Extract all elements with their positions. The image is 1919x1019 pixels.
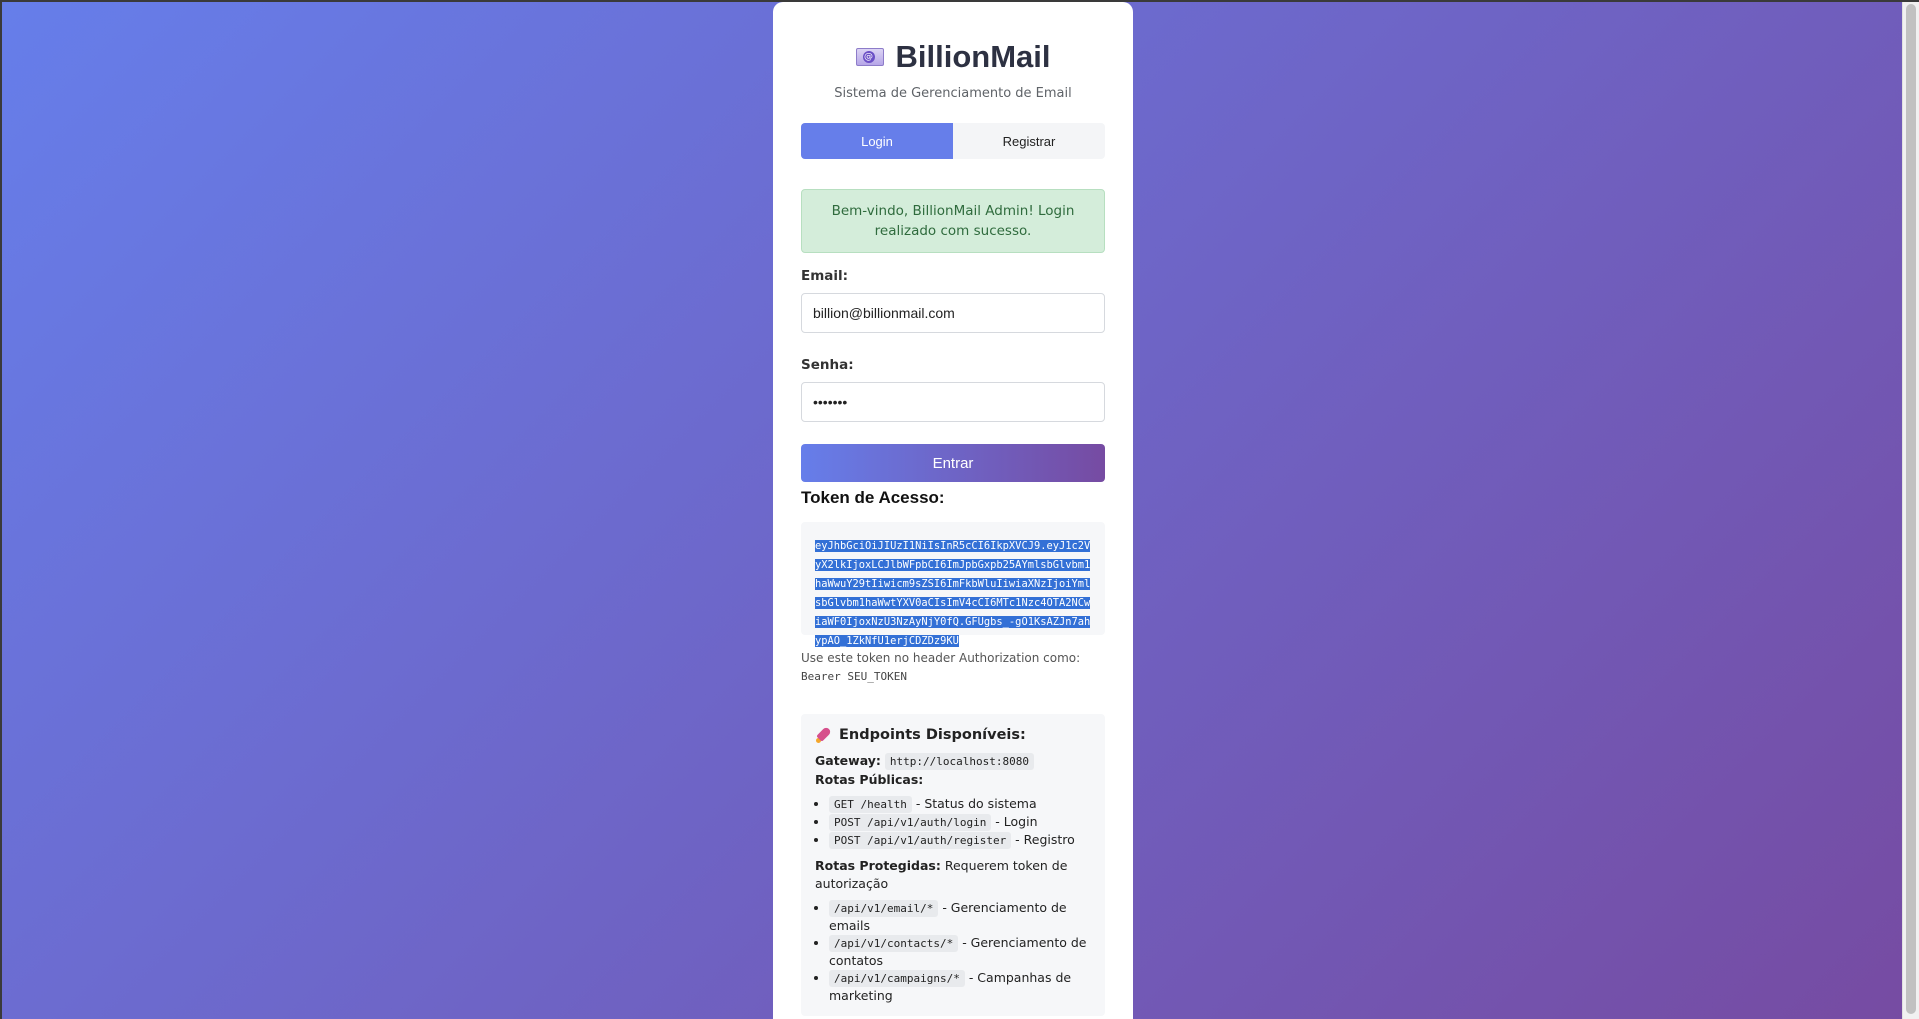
login-button[interactable]: Entrar	[801, 444, 1105, 482]
app-subtitle: Sistema de Gerenciamento de Email	[834, 86, 1072, 101]
route-path: /api/v1/campaigns/*	[829, 970, 965, 987]
brand: @ BillionMail	[801, 34, 1105, 80]
list-item: /api/v1/campaigns/* - Campanhas de marke…	[829, 969, 1091, 1004]
list-item: POST /api/v1/auth/login - Login	[829, 813, 1091, 831]
list-item: /api/v1/email/* - Gerenciamento de email…	[829, 899, 1091, 934]
gateway-label: Gateway:	[815, 753, 881, 768]
route-desc: - Login	[991, 814, 1038, 829]
auth-tabs: Login Registrar	[801, 123, 1105, 159]
app-title: BillionMail	[895, 39, 1051, 74]
token-box[interactable]: eyJhbGciOiJIUzI1NiIsInR5cCI6IkpXVCJ9.eyJ…	[801, 522, 1105, 647]
list-item: GET /health - Status do sistema	[829, 795, 1091, 813]
token-value[interactable]: eyJhbGciOiJIUzI1NiIsInR5cCI6IkpXVCJ9.eyJ…	[815, 540, 1091, 647]
envelope-icon: @	[855, 46, 884, 68]
auth-card: @ BillionMail Sistema de Gerenciamento d…	[773, 2, 1133, 1019]
endpoints-title: Endpoints Disponíveis:	[815, 726, 1091, 744]
email-field[interactable]	[801, 293, 1105, 333]
public-routes-label: Rotas Públicas:	[815, 772, 924, 787]
password-field[interactable]	[801, 382, 1105, 422]
route-path: /api/v1/contacts/*	[829, 935, 959, 952]
route-path: POST /api/v1/auth/register	[829, 832, 1012, 849]
scrollbar-thumb[interactable]	[1906, 4, 1916, 1014]
route-path: POST /api/v1/auth/login	[829, 814, 992, 831]
protected-routes-label: Rotas Protegidas:	[815, 858, 941, 873]
token-hint: Use este token no header Authorization c…	[801, 649, 1105, 686]
email-label: Email:	[801, 268, 849, 284]
tab-login[interactable]: Login	[801, 123, 953, 159]
rocket-icon	[815, 726, 833, 744]
tab-register[interactable]: Registrar	[953, 123, 1105, 159]
success-alert: Bem-vindo, BillionMail Admin! Login real…	[801, 189, 1105, 253]
gateway-row: Gateway: http://localhost:8080 Rotas Púb…	[815, 752, 1091, 789]
password-label: Senha:	[801, 357, 854, 373]
route-path: GET /health	[829, 796, 912, 813]
token-title: Token de Acesso:	[801, 488, 945, 507]
route-desc: - Status do sistema	[911, 796, 1037, 811]
route-desc: - Registro	[1011, 832, 1075, 847]
public-routes-list: GET /health - Status do sistema POST /ap…	[815, 795, 1091, 849]
vertical-scrollbar[interactable]	[1902, 0, 1919, 1019]
protected-routes-list: /api/v1/email/* - Gerenciamento de email…	[815, 899, 1091, 1004]
gateway-value: http://localhost:8080	[884, 753, 1034, 770]
route-path: /api/v1/email/*	[829, 900, 939, 917]
token-hint-text: Use este token no header Authorization c…	[801, 651, 1081, 665]
endpoints-panel: Endpoints Disponíveis: Gateway: http://l…	[801, 714, 1105, 1016]
protected-row: Rotas Protegidas: Requerem token de auto…	[815, 857, 1091, 893]
list-item: POST /api/v1/auth/register - Registro	[829, 831, 1091, 849]
token-hint-code: Bearer SEU_TOKEN	[801, 670, 907, 683]
list-item: /api/v1/contacts/* - Gerenciamento de co…	[829, 934, 1091, 969]
endpoints-title-text: Endpoints Disponíveis:	[839, 727, 1026, 743]
